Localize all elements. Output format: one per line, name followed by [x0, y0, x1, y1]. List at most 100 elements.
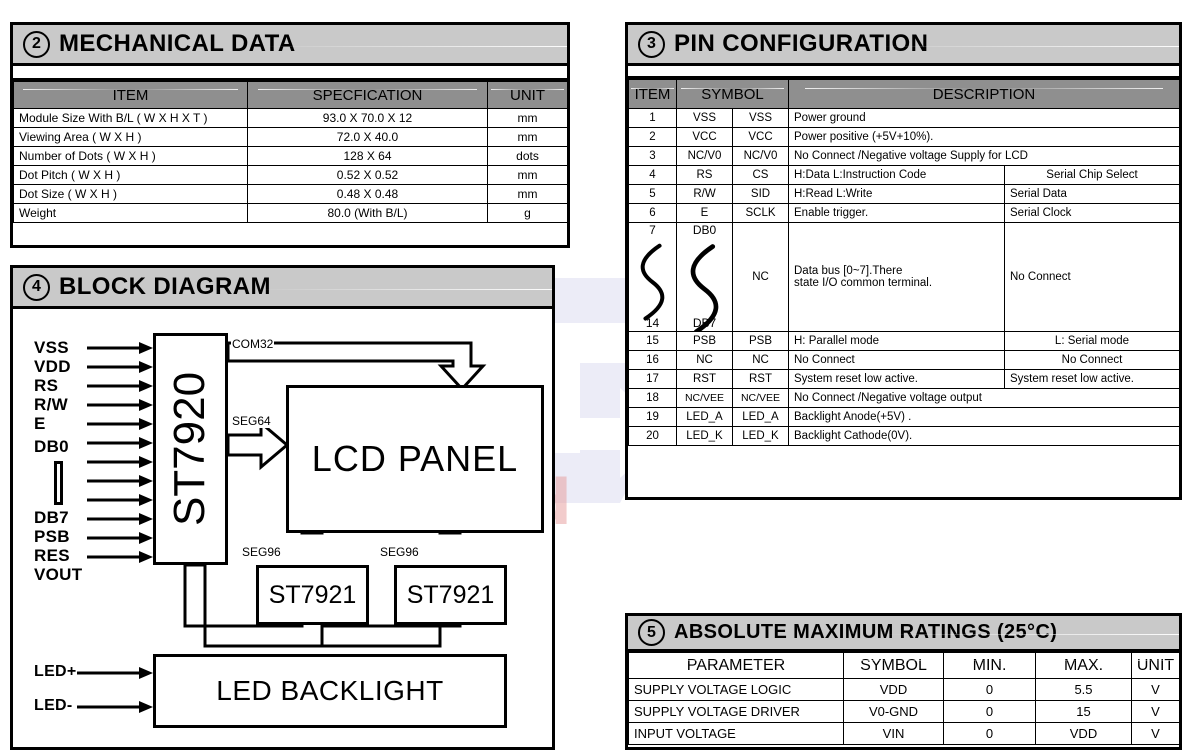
led-backlight-block: LED BACKLIGHT [153, 654, 507, 728]
spacer-row [628, 66, 1179, 79]
cell-symbol: VIN [843, 722, 944, 745]
pin-label-psb: PSB [34, 527, 70, 546]
table-row: SUPPLY VOLTAGE LOGIC VDD 0 5.5 V [628, 678, 1180, 701]
column-header-max: MAX. [1035, 652, 1132, 679]
cell-spec: 80.0 (With B/L) [247, 203, 488, 223]
cell-description-parallel: H:Data L:Instruction Code [788, 165, 1005, 185]
cell-symbol-parallel: E [676, 203, 733, 223]
cell-unit: mm [487, 108, 568, 128]
cell-description-serial: System reset low active. [1003, 369, 1181, 389]
controller-label: ST7920 [165, 371, 215, 527]
lcd-panel-label: LCD PANEL [311, 438, 519, 479]
column-header-unit: UNIT [1131, 652, 1180, 679]
cell-parameter: SUPPLY VOLTAGE LOGIC [628, 678, 844, 701]
cell-symbol-serial: RST [732, 369, 789, 389]
cell-description-parallel: Data bus [0~7].There state I/O common te… [788, 222, 1005, 332]
cell-item: Number of Dots ( W X H ) [13, 146, 248, 166]
datasheet-page: ceiid 2 MECHANICAL DATA ITEM SPECFICATIO… [0, 0, 1189, 750]
table-row: 2 VCC VCC Power positive (+5V+10%). [628, 127, 1181, 147]
absolute-max-ratings-body: SUPPLY VOLTAGE LOGIC VDD 0 5.5 V SUPPLY VOLT… [628, 678, 1180, 745]
pin-label-rs: RS [34, 376, 59, 395]
pin-label-e: E [34, 414, 46, 433]
table-row: 3 NC/V0 NC/V0 No Connect /Negative voltage … [628, 146, 1181, 166]
pin-label-led-plus: LED+ [34, 663, 77, 680]
table-header-row: ITEM SYMBOL DESCRIPTION [628, 79, 1181, 109]
cell-symbol-parallel: RST [676, 369, 733, 389]
cell-description-parallel: System reset low active. [788, 369, 1005, 389]
block-diagram-canvas: ST7920 LCD PANEL ST7921 ST7921 LED BACKL… [13, 309, 552, 747]
cell-description: No Connect /Negative voltage Supply for … [787, 146, 1181, 166]
cell-min: 0 [943, 678, 1036, 701]
pin-label-vss: VSS [34, 338, 69, 357]
cell-unit: V [1131, 700, 1180, 723]
cell-symbol-serial: LED_A [732, 407, 789, 427]
cell-parameter: SUPPLY VOLTAGE DRIVER [628, 700, 844, 723]
column-header-min: MIN. [943, 652, 1036, 679]
cell-item: 18 [628, 388, 677, 408]
cell-symbol-parallel: NC/VEE [676, 388, 733, 408]
cell-item-range: 7 14 [628, 222, 677, 332]
cell-item: 1 [628, 108, 677, 128]
absolute-max-ratings-table: PARAMETER SYMBOL MIN. MAX. UNIT SUPPLY V… [628, 652, 1180, 745]
cell-item: 6 [628, 203, 677, 223]
cell-unit: mm [487, 184, 568, 204]
cell-symbol-serial: NC/V0 [732, 146, 789, 166]
bus-label-seg64: SEG64 [231, 414, 272, 428]
table-row: Weight 80.0 (With B/L) g [13, 203, 568, 223]
table-header-row: PARAMETER SYMBOL MIN. MAX. UNIT [628, 652, 1180, 679]
cell-symbol-serial: SCLK [732, 203, 789, 223]
cell-symbol-serial: SID [732, 184, 789, 204]
cell-description-serial: Serial Data [1003, 184, 1181, 204]
mechanical-table-body: Module Size With B/L ( W X H X T ) 93.0 X… [13, 108, 568, 223]
cell-description: Backlight Anode(+5V) . [787, 407, 1181, 427]
cell-description: Power positive (+5V+10%). [787, 127, 1181, 147]
pin-range-bar-icon [54, 461, 63, 505]
table-row: 17 RST RST System reset low active. System r… [628, 369, 1181, 389]
cell-spec: 0.52 X 0.52 [247, 165, 488, 185]
cell-symbol-parallel: VSS [676, 108, 733, 128]
cell-item: 17 [628, 369, 677, 389]
cell-spec: 0.48 X 0.48 [247, 184, 488, 204]
cell-unit: mm [487, 165, 568, 185]
cell-symbol-parallel: NC [676, 350, 733, 370]
cell-description: No Connect /Negative voltage output [787, 388, 1181, 408]
bus-label-seg96-right: SEG96 [379, 545, 420, 559]
databus-symbol-bottom: DB7 [692, 316, 717, 330]
pin-configuration-panel: 3 PIN CONFIGURATION ITEM SYMBOL DESCRIPT… [625, 22, 1182, 500]
table-row: 16 NC NC No Connect No Connect [628, 350, 1181, 370]
cell-item: 4 [628, 165, 677, 185]
cell-symbol: VDD [843, 678, 944, 701]
cell-unit: dots [487, 146, 568, 166]
table-row: 18 NC/VEE NC/VEE No Connect /Negative volta… [628, 388, 1181, 408]
cell-item: 16 [628, 350, 677, 370]
cell-item: Module Size With B/L ( W X H X T ) [13, 108, 248, 128]
section-number: 3 [638, 30, 665, 58]
cell-symbol-serial: NC [732, 350, 789, 370]
cell-min: 0 [943, 722, 1036, 745]
cell-symbol-parallel: NC/V0 [676, 146, 733, 166]
column-header-item: ITEM [628, 79, 677, 109]
cell-description: Backlight Cathode(0V). [787, 426, 1181, 446]
table-header-row: ITEM SPECFICATION UNIT [13, 81, 568, 109]
cell-min: 0 [943, 700, 1036, 723]
cell-item: Viewing Area ( W X H ) [13, 127, 248, 147]
block-diagram-panel: 4 BLOCK DIAGRAM ST7920 LCD PANEL ST7921 … [10, 265, 555, 750]
cell-description-parallel: No Connect [788, 350, 1005, 370]
cell-parameter: INPUT VOLTAGE [628, 722, 844, 745]
databus-desc-line2: state I/O common terminal. [794, 277, 933, 289]
mechanical-table: ITEM SPECFICATION UNIT Module Size With … [13, 81, 568, 223]
mechanical-data-header: 2 MECHANICAL DATA [13, 25, 567, 66]
databus-desc-line1: Data bus [0~7].There [794, 265, 903, 277]
cell-symbol-parallel: VCC [676, 127, 733, 147]
table-row: 15 PSB PSB H: Parallel mode L: Serial mode [628, 331, 1181, 351]
cell-item: Weight [13, 203, 248, 223]
section-title: ABSOLUTE MAXIMUM RATINGS (25°C) [674, 621, 1058, 643]
table-row: 20 LED_K LED_K Backlight Cathode(0V). [628, 426, 1181, 446]
controller-block-st7920: ST7920 [153, 333, 228, 565]
column-header-description: DESCRIPTION [787, 79, 1181, 109]
column-header-symbol: SYMBOL [843, 652, 944, 679]
cell-symbol: V0-GND [843, 700, 944, 723]
column-header-symbol: SYMBOL [676, 79, 789, 109]
section-number: 4 [23, 273, 50, 301]
table-row: 19 LED_A LED_A Backlight Anode(+5V) . [628, 407, 1181, 427]
